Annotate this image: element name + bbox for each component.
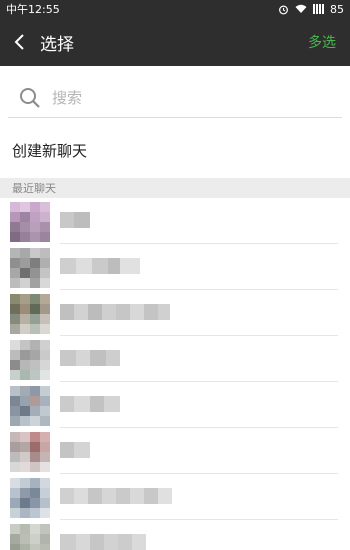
list-item[interactable] xyxy=(0,336,350,382)
contact-name xyxy=(60,304,170,320)
recent-chats-list xyxy=(0,198,350,550)
list-item[interactable] xyxy=(0,428,350,474)
status-time: 中午12:55 xyxy=(6,3,60,16)
search-icon xyxy=(14,82,46,114)
contact-name xyxy=(60,534,146,550)
avatar xyxy=(10,202,50,242)
list-item[interactable] xyxy=(0,520,350,550)
avatar xyxy=(10,386,50,426)
title-bar: 选择 多选 xyxy=(0,18,350,66)
list-item[interactable] xyxy=(0,290,350,336)
avatar xyxy=(10,294,50,334)
recent-chats-header: 最近聊天 xyxy=(0,178,350,198)
create-new-chat[interactable]: 创建新聊天 xyxy=(12,140,87,161)
contact-name xyxy=(60,350,120,366)
wifi-icon xyxy=(295,4,307,13)
list-item[interactable] xyxy=(0,474,350,520)
search-bar[interactable]: 搜索 xyxy=(8,78,342,118)
list-item[interactable] xyxy=(0,198,350,244)
avatar xyxy=(10,248,50,288)
contact-name xyxy=(60,442,90,458)
alarm-icon xyxy=(279,5,288,14)
avatar xyxy=(10,432,50,472)
list-item[interactable] xyxy=(0,244,350,290)
avatar xyxy=(10,340,50,380)
search-placeholder: 搜索 xyxy=(52,89,83,107)
page-title: 选择 xyxy=(40,34,74,55)
battery-level: 85 xyxy=(330,2,344,16)
status-bar: 中午12:55 85 xyxy=(0,0,350,18)
avatar xyxy=(10,478,50,518)
list-item[interactable] xyxy=(0,382,350,428)
multi-select-button[interactable]: 多选 xyxy=(308,32,336,52)
status-icons: 85 xyxy=(278,3,344,16)
contact-name xyxy=(60,396,120,412)
avatar xyxy=(10,524,50,550)
contact-name xyxy=(60,488,172,504)
chevron-left-icon xyxy=(14,34,24,50)
signal-icon xyxy=(313,4,324,14)
contact-name xyxy=(60,258,140,274)
back-button[interactable] xyxy=(0,18,40,66)
contact-name xyxy=(60,212,90,228)
